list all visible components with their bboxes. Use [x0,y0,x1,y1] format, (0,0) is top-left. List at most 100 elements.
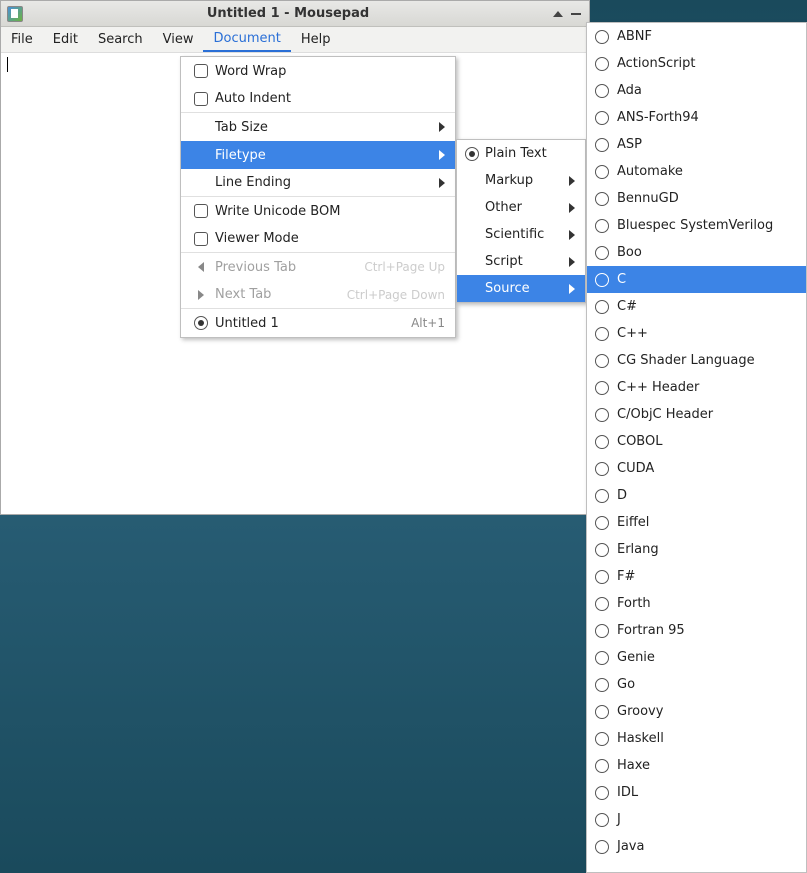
menu-label: Script [479,254,563,269]
source-item[interactable]: Boo [587,239,806,266]
source-item[interactable]: ASP [587,131,806,158]
menu-label: C# [609,299,637,314]
chevron-right-icon [569,284,575,294]
menu-write-bom[interactable]: Write Unicode BOM [181,197,455,225]
radio-icon [595,300,609,314]
menu-label: COBOL [609,434,662,449]
menu-label: Scientific [479,227,563,242]
source-item[interactable]: Fortran 95 [587,617,806,644]
menu-search[interactable]: Search [88,27,153,52]
menu-label: Haskell [609,731,664,746]
source-item[interactable]: Groovy [587,698,806,725]
source-item[interactable]: Erlang [587,536,806,563]
menu-label: Line Ending [211,175,433,190]
source-item[interactable]: ActionScript [587,50,806,77]
menu-view[interactable]: View [153,27,204,52]
menu-label: ABNF [609,29,652,44]
radio-icon [595,30,609,44]
radio-icon [595,192,609,206]
source-item[interactable]: Go [587,671,806,698]
source-item[interactable]: C++ [587,320,806,347]
menu-label: C++ Header [609,380,699,395]
source-item[interactable]: ANS-Forth94 [587,104,806,131]
source-item[interactable]: Forth [587,590,806,617]
source-item[interactable]: IDL [587,779,806,806]
menu-filetype[interactable]: Filetype [181,141,455,169]
filetype-submenu: Plain Text Markup Other Scientific Scrip… [456,139,586,303]
filetype-plain-text[interactable]: Plain Text [457,140,585,167]
radio-icon [194,316,208,330]
radio-icon [595,138,609,152]
filetype-source[interactable]: Source [457,275,585,302]
menu-label: Plain Text [479,146,575,161]
radio-icon [595,732,609,746]
menu-doc-untitled-1[interactable]: Untitled 1 Alt+1 [181,309,455,337]
source-item[interactable]: J [587,806,806,833]
document-menu: Word Wrap Auto Indent Tab Size Filetype … [180,56,456,338]
radio-icon [465,147,479,161]
source-item[interactable]: Haxe [587,752,806,779]
menu-file[interactable]: File [1,27,43,52]
minimize-button[interactable] [569,7,583,21]
menu-word-wrap[interactable]: Word Wrap [181,57,455,85]
source-item[interactable]: Ada [587,77,806,104]
menubar: File Edit Search View Document Help [1,27,589,53]
source-item[interactable]: CG Shader Language [587,347,806,374]
titlebar[interactable]: Untitled 1 - Mousepad [1,1,589,27]
source-item[interactable]: C [587,266,806,293]
menu-label: IDL [609,785,638,800]
menu-label: Fortran 95 [609,623,685,638]
source-item[interactable]: COBOL [587,428,806,455]
source-item[interactable]: Bluespec SystemVerilog [587,212,806,239]
menu-help[interactable]: Help [291,27,341,52]
filetype-script[interactable]: Script [457,248,585,275]
menu-line-ending[interactable]: Line Ending [181,169,455,197]
menu-document[interactable]: Document [203,27,290,52]
source-item[interactable]: Eiffel [587,509,806,536]
radio-icon [595,57,609,71]
menu-label: Groovy [609,704,663,719]
menu-label: Haxe [609,758,650,773]
radio-icon [595,813,609,827]
radio-icon [595,408,609,422]
menu-label: Previous Tab [211,260,364,275]
menu-accel: Ctrl+Page Down [347,288,445,302]
source-item[interactable]: Haskell [587,725,806,752]
source-item[interactable]: Automake [587,158,806,185]
filetype-markup[interactable]: Markup [457,167,585,194]
radio-icon [595,327,609,341]
radio-icon [595,435,609,449]
text-cursor [7,57,8,72]
menu-label: Filetype [211,148,433,163]
menu-label: CG Shader Language [609,353,755,368]
source-item[interactable]: F# [587,563,806,590]
source-item[interactable]: C++ Header [587,374,806,401]
radio-icon [595,624,609,638]
chevron-right-icon [439,178,445,188]
menu-label: Tab Size [211,120,433,135]
menu-edit[interactable]: Edit [43,27,88,52]
source-item[interactable]: Genie [587,644,806,671]
chevron-right-icon [569,176,575,186]
menu-viewer-mode[interactable]: Viewer Mode [181,225,455,253]
menu-auto-indent[interactable]: Auto Indent [181,85,455,113]
menu-label: Genie [609,650,655,665]
menu-label: Source [479,281,563,296]
radio-icon [595,516,609,530]
source-item[interactable]: CUDA [587,455,806,482]
menu-tab-size[interactable]: Tab Size [181,113,455,141]
rollup-button[interactable] [551,7,565,21]
source-item[interactable]: C# [587,293,806,320]
source-item[interactable]: ABNF [587,23,806,50]
source-item[interactable]: C/ObjC Header [587,401,806,428]
radio-icon [595,570,609,584]
chevron-right-icon [198,290,204,300]
source-item[interactable]: D [587,482,806,509]
filetype-scientific[interactable]: Scientific [457,221,585,248]
radio-icon [595,840,609,854]
radio-icon [595,678,609,692]
source-item[interactable]: Java [587,833,806,860]
checkbox-icon [194,64,208,78]
source-item[interactable]: BennuGD [587,185,806,212]
filetype-other[interactable]: Other [457,194,585,221]
